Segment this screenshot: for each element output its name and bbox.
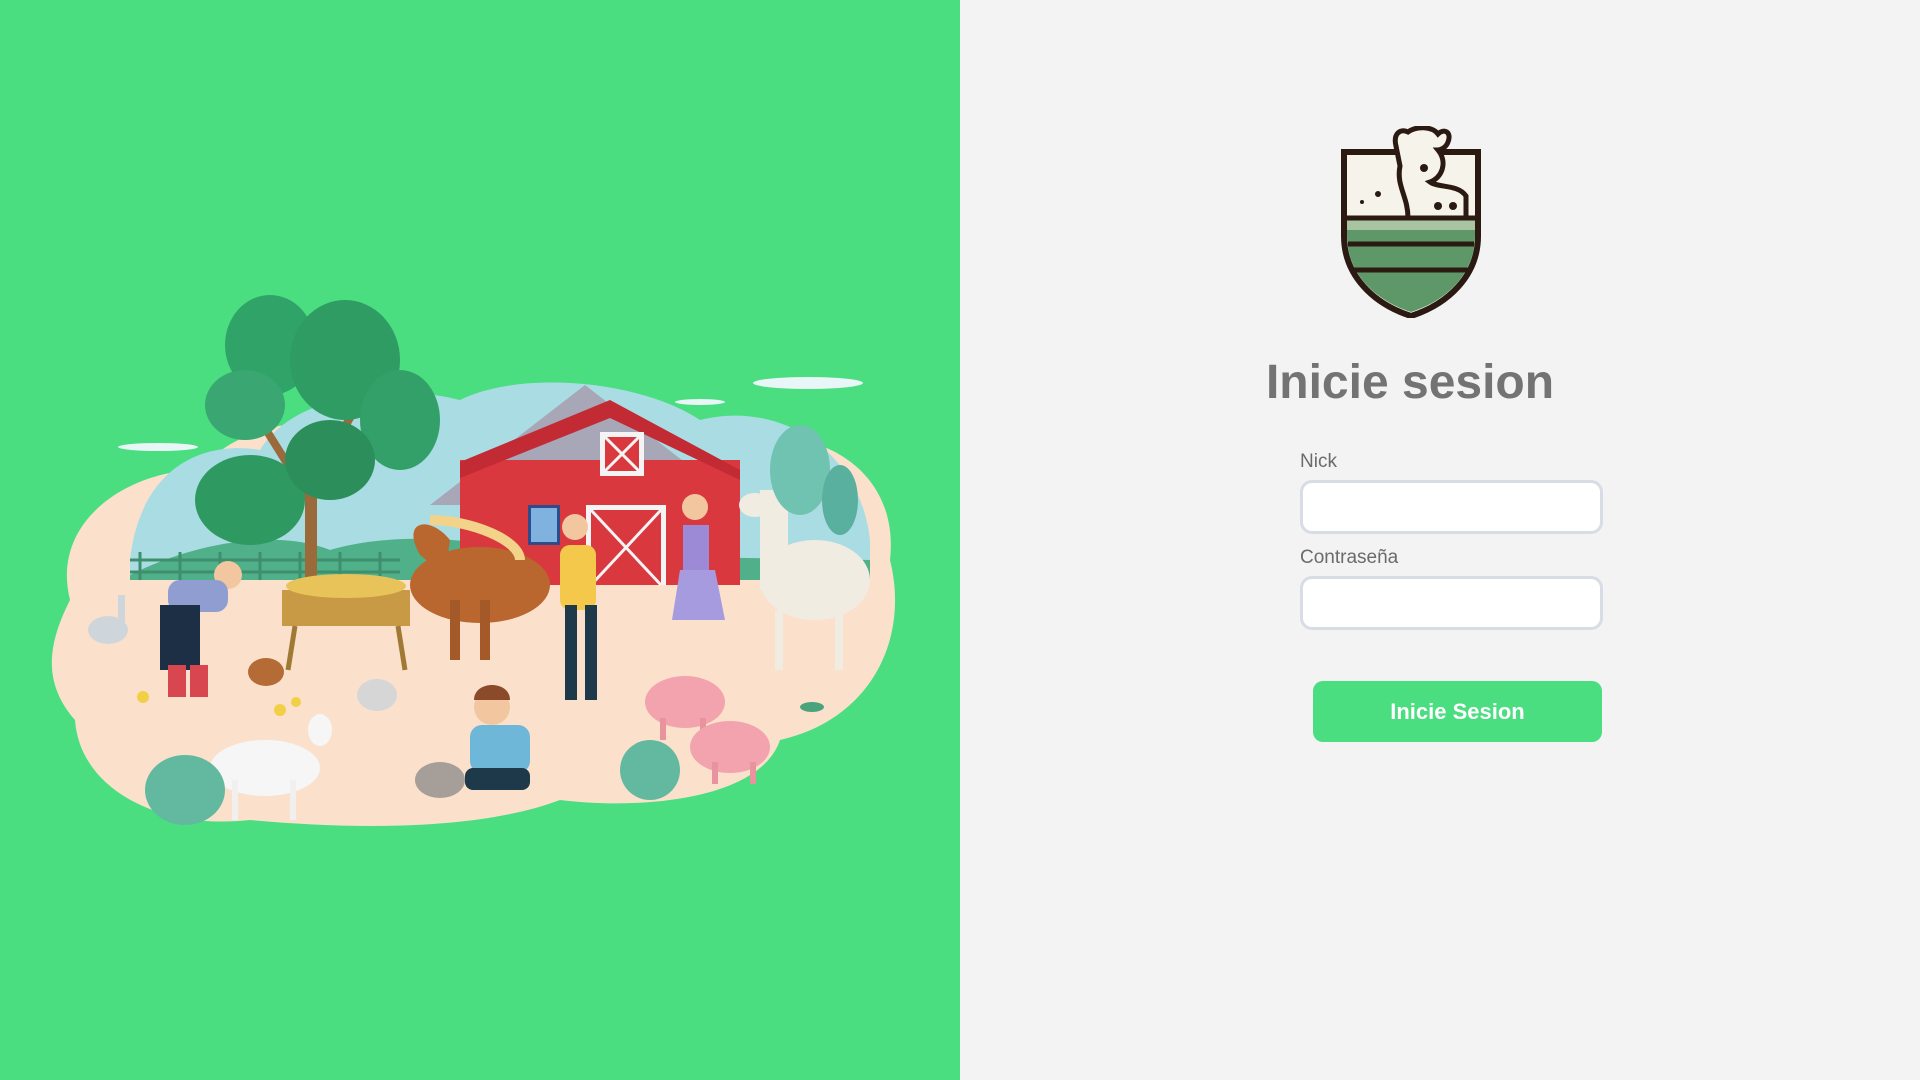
login-title-wrap: Inicie sesion (1260, 355, 1560, 410)
page-title: Inicie sesion (1265, 356, 1555, 409)
nick-label: Nick (1300, 451, 1337, 472)
cow-shield-logo-icon (1341, 126, 1481, 318)
login-page: Inicie sesion Nick Contraseña Inicie Ses… (0, 0, 1920, 1080)
password-label: Contraseña (1300, 547, 1399, 568)
farm-scene-illustration (51, 295, 896, 826)
login-submit-button[interactable]: Inicie Sesion (1313, 681, 1602, 742)
password-input[interactable] (1300, 576, 1603, 630)
nick-input[interactable] (1300, 480, 1603, 534)
login-panel: Inicie sesion Nick Contraseña Inicie Ses… (960, 0, 1920, 1080)
illustration-panel (0, 0, 960, 1080)
